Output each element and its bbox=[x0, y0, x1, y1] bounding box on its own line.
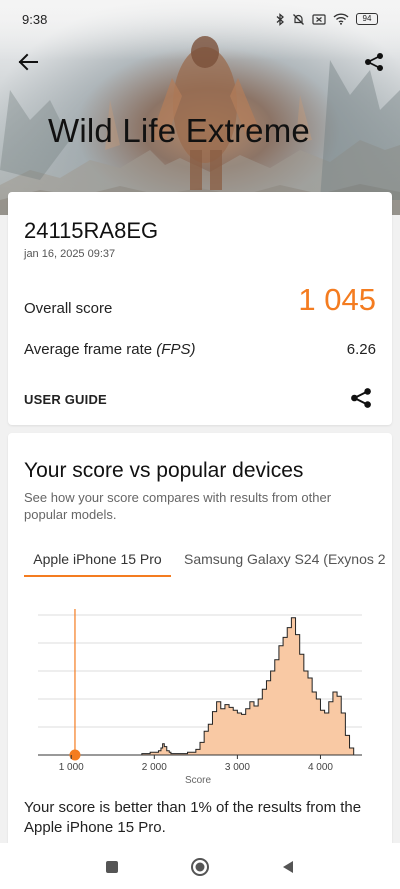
run-date: jan 16, 2025 09:37 bbox=[24, 248, 116, 260]
battery-indicator: 94 bbox=[356, 13, 378, 25]
fps-label: Average frame rate (FPS) bbox=[24, 341, 195, 358]
share-result-button[interactable] bbox=[350, 387, 374, 411]
user-guide-link[interactable]: USER GUIDE bbox=[24, 392, 107, 407]
bluetooth-icon bbox=[276, 12, 284, 26]
comparison-title: Your score vs popular devices bbox=[24, 459, 304, 482]
status-icons: 94 bbox=[276, 12, 378, 26]
comparison-card: Your score vs popular devices See how yo… bbox=[8, 433, 392, 853]
recents-button[interactable] bbox=[100, 855, 124, 879]
tab-samsung-galaxy-s24[interactable]: Samsung Galaxy S24 (Exynos 2 bbox=[184, 541, 386, 577]
comparison-description: See how your score compares with results… bbox=[24, 490, 332, 522]
overall-score-label: Overall score bbox=[24, 300, 113, 317]
result-summary: Your score is better than 1% of the resu… bbox=[24, 799, 362, 836]
page-title: Wild Life Extreme bbox=[48, 112, 310, 149]
x-tick-label: 2 000 bbox=[142, 762, 167, 773]
wifi-icon bbox=[333, 13, 349, 25]
x-tick-label: 4 000 bbox=[308, 762, 333, 773]
distribution-area bbox=[38, 617, 355, 756]
fps-value: 6.26 bbox=[346, 341, 376, 358]
navigation-bar bbox=[0, 843, 400, 889]
circle-icon bbox=[191, 858, 209, 876]
share-button[interactable] bbox=[360, 48, 388, 76]
device-name: 24115RA8EG bbox=[24, 218, 159, 243]
fps-label-text: Average frame rate bbox=[24, 341, 157, 358]
score-distribution-chart: 1 000 2 000 3 000 4 000 Score bbox=[38, 609, 362, 786]
triangle-back-icon bbox=[283, 861, 293, 873]
share-icon bbox=[351, 388, 371, 408]
fps-label-unit: (FPS) bbox=[156, 341, 196, 358]
x-tick-label: 1 000 bbox=[59, 762, 84, 773]
sim-off-icon bbox=[312, 13, 326, 25]
home-button[interactable] bbox=[188, 855, 212, 879]
status-bar: 9:38 94 bbox=[0, 0, 400, 38]
x-axis-label: Score bbox=[185, 775, 212, 786]
square-icon bbox=[106, 861, 118, 873]
device-tabs: Apple iPhone 15 Pro Samsung Galaxy S24 (… bbox=[24, 541, 392, 577]
share-icon bbox=[365, 53, 383, 71]
score-card: 24115RA8EG jan 16, 2025 09:37 Overall sc… bbox=[8, 192, 392, 425]
back-nav-button[interactable] bbox=[276, 855, 300, 879]
tab-apple-iphone-15-pro[interactable]: Apple iPhone 15 Pro bbox=[24, 541, 171, 577]
overall-score-value: 1 045 bbox=[298, 282, 376, 317]
arrow-left-icon bbox=[18, 53, 38, 71]
mute-bell-icon bbox=[293, 13, 304, 25]
status-time: 9:38 bbox=[22, 11, 48, 27]
x-tick-label: 3 000 bbox=[225, 762, 250, 773]
back-button[interactable] bbox=[14, 48, 42, 76]
